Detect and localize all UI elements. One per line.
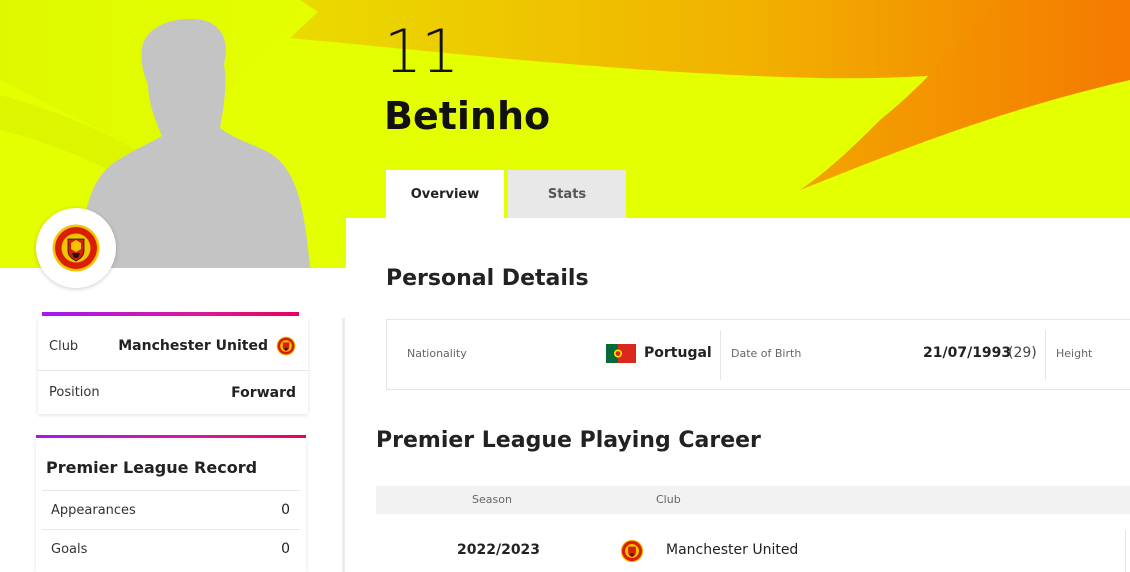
club-cell[interactable]: Manchester United xyxy=(666,542,798,558)
career-table-header: Season Club xyxy=(376,486,1130,514)
table-row[interactable]: 2022/2023 Manchester United xyxy=(376,530,1130,572)
record-card: Premier League Record Appearances 0 Goal… xyxy=(36,440,306,572)
record-title: Premier League Record xyxy=(46,458,258,477)
age-value: (29) xyxy=(1008,345,1037,361)
position-label: Position xyxy=(49,385,100,400)
club-row[interactable]: Club Manchester United xyxy=(38,324,308,368)
nationality-value[interactable]: Portugal xyxy=(644,345,712,361)
club-header: Club xyxy=(656,493,681,506)
season-cell: 2022/2023 xyxy=(457,542,541,558)
personal-details-box: Nationality Portugal Date of Birth 21/07… xyxy=(386,319,1130,390)
club-crest-icon xyxy=(620,539,644,567)
sidebar-divider xyxy=(342,318,345,572)
height-label: Height xyxy=(1056,347,1093,360)
record-label: Appearances xyxy=(51,502,136,518)
divider xyxy=(720,330,721,380)
club-info-card: Club Manchester United Position Forward xyxy=(38,318,308,414)
tab-stats[interactable]: Stats xyxy=(508,170,626,218)
record-label: Goals xyxy=(51,541,88,557)
record-value: 0 xyxy=(281,502,290,518)
club-badge xyxy=(36,208,116,288)
portugal-flag-icon xyxy=(606,344,636,363)
dob-value: 21/07/1993 xyxy=(923,345,1012,361)
club-label: Club xyxy=(49,338,79,354)
club-value: Manchester United xyxy=(118,338,268,354)
nationality-label: Nationality xyxy=(407,347,467,360)
club-crest-icon xyxy=(276,336,296,356)
player-name: Betinho xyxy=(384,94,551,138)
divider xyxy=(1045,330,1046,380)
position-row: Position Forward xyxy=(38,370,308,414)
record-value: 0 xyxy=(281,541,290,557)
dob-label: Date of Birth xyxy=(731,347,802,360)
career-title: Premier League Playing Career xyxy=(376,428,761,453)
accent-bar xyxy=(42,312,299,316)
accent-bar xyxy=(36,435,306,438)
shirt-number: 11 xyxy=(384,17,459,87)
divider xyxy=(1125,530,1126,572)
position-value: Forward xyxy=(231,384,296,401)
record-row-appearances: Appearances 0 xyxy=(42,490,300,529)
club-crest-icon xyxy=(52,224,100,272)
record-row-goals: Goals 0 xyxy=(42,529,300,568)
season-header: Season xyxy=(472,493,512,506)
personal-details-title: Personal Details xyxy=(386,266,589,291)
tab-overview[interactable]: Overview xyxy=(386,170,504,218)
